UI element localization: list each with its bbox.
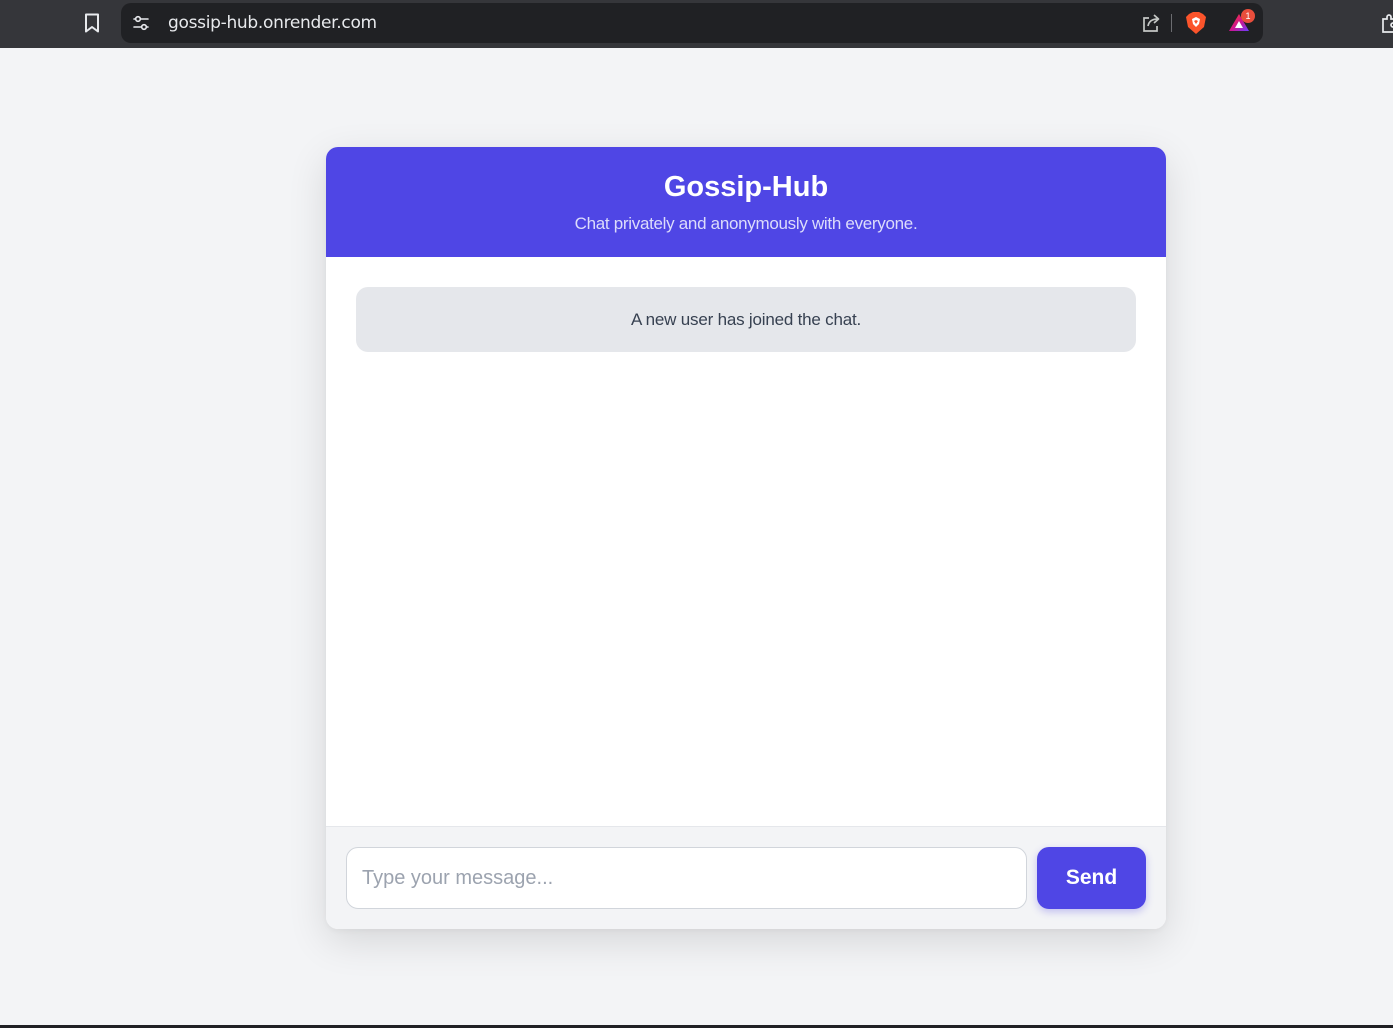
site-settings-icon[interactable] xyxy=(132,14,150,32)
send-button[interactable]: Send xyxy=(1037,847,1146,909)
message-list[interactable]: A new user has joined the chat. xyxy=(326,257,1166,826)
extensions-icon[interactable] xyxy=(1380,14,1393,34)
page-title: Gossip-Hub xyxy=(663,171,829,203)
address-bar[interactable]: gossip-hub.onrender.com 1 xyxy=(121,3,1263,43)
address-bar-divider xyxy=(1171,14,1172,32)
message-input[interactable] xyxy=(346,847,1027,909)
share-icon[interactable] xyxy=(1140,12,1162,34)
chat-header: Gossip-Hub Chat privately and anonymousl… xyxy=(326,147,1166,257)
page-subtitle: Chat privately and anonymously with ever… xyxy=(574,214,918,233)
brave-shields-icon[interactable] xyxy=(1185,11,1207,35)
browser-toolbar: gossip-hub.onrender.com 1 xyxy=(0,0,1393,48)
system-message: A new user has joined the chat. xyxy=(356,287,1136,352)
chat-container: Gossip-Hub Chat privately and anonymousl… xyxy=(326,147,1166,929)
rewards-badge: 1 xyxy=(1241,9,1255,23)
bookmark-icon[interactable] xyxy=(80,11,104,35)
url-text[interactable]: gossip-hub.onrender.com xyxy=(168,13,377,33)
message-composer: Send xyxy=(326,826,1166,929)
